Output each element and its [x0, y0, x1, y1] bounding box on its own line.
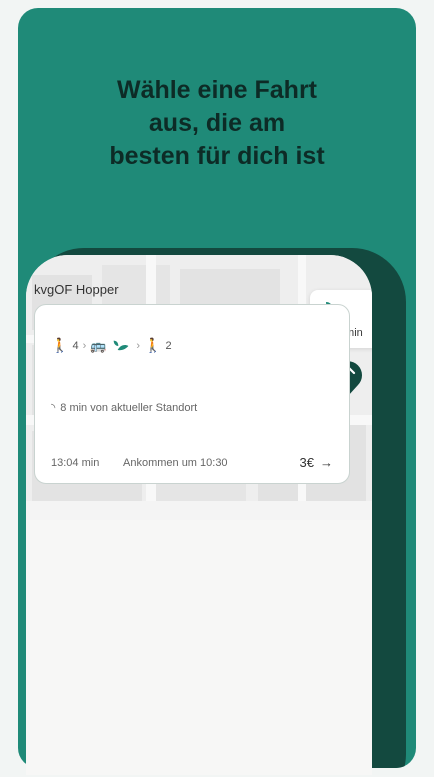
trip-legs: 🚶 4 › 🚌 › 🚶 2	[51, 337, 172, 354]
trip-option-card[interactable]: 🚶 4 › 🚌 › 🚶 2 ◝ 8 min von aktueller Stand…	[34, 304, 350, 484]
bus-icon: 🚌	[90, 337, 107, 353]
arrow-right-icon: →	[320, 455, 333, 470]
walk-start-minutes: 4	[72, 339, 79, 352]
arrival-time: Ankommen um 10:30	[123, 457, 228, 469]
walk-icon: 🚶	[51, 337, 69, 353]
start-info: ◝ 8 min von aktueller Standort	[51, 402, 198, 414]
walk-end-minutes: 2	[165, 339, 172, 352]
section-label: kvgOF Hopper	[34, 282, 119, 297]
leg-separator: ›	[136, 339, 141, 352]
realtime-icon: ◝	[51, 402, 56, 414]
walk-icon: 🚶	[144, 337, 162, 353]
headline-line-1: Wähle eine Fahrt	[116, 76, 318, 104]
headline-line-2: aus, die am	[148, 109, 286, 137]
headline: Wähle eine Fahrt aus, die am besten für …	[18, 74, 416, 173]
trip-price[interactable]: 3€ →	[300, 455, 333, 470]
trip-duration: 13:04 min	[51, 457, 100, 469]
hopper-leaf-icon	[114, 340, 129, 350]
headline-line-3: besten für dich ist	[109, 142, 325, 170]
leg-separator: ›	[82, 339, 87, 352]
